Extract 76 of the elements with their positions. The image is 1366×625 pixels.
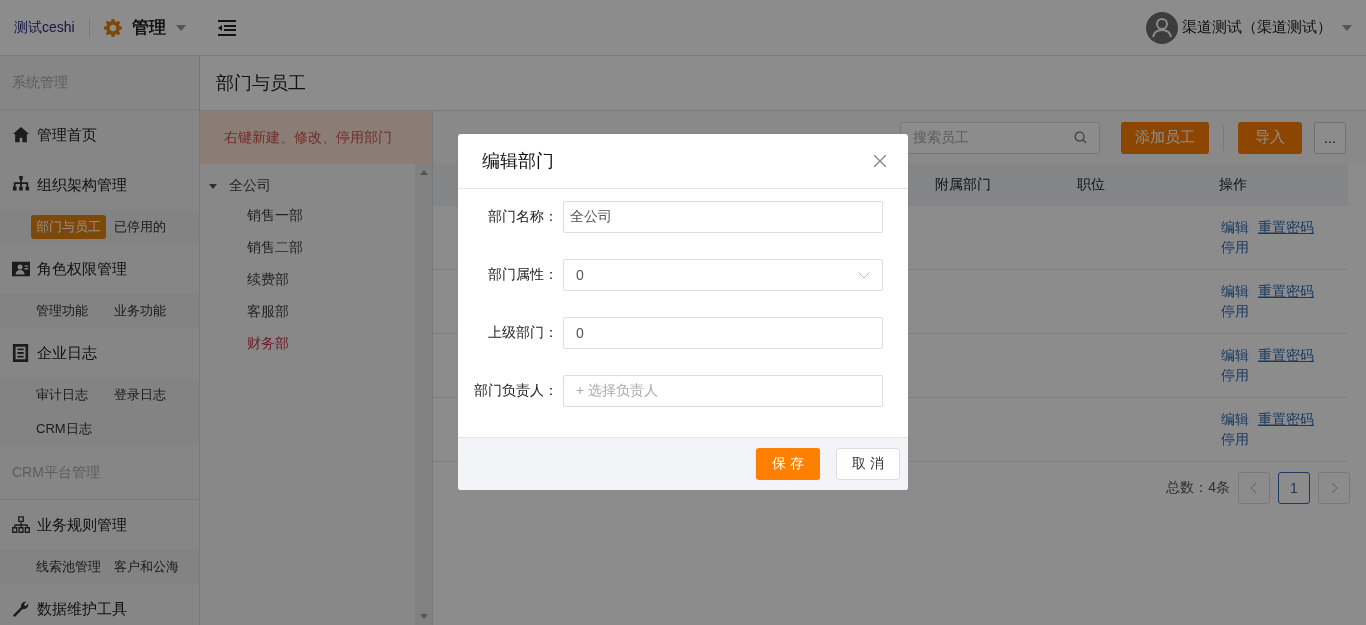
scroll-down-icon[interactable] [419, 614, 428, 619]
action-link[interactable]: 编辑 [1221, 282, 1249, 301]
caret-icon[interactable] [1342, 24, 1352, 31]
action-link[interactable]: 重置密码 [1258, 282, 1314, 301]
hierarchy-icon [12, 516, 30, 534]
action-link[interactable]: 停用 [1221, 430, 1249, 449]
field-label: 上级部门： [487, 323, 559, 342]
column-header: 操作 [1219, 176, 1247, 194]
action-link[interactable]: 停用 [1221, 366, 1249, 385]
action-link[interactable]: 编辑 [1221, 218, 1249, 237]
action-link[interactable]: 编辑 [1221, 410, 1249, 429]
home-icon [12, 126, 30, 144]
column-header: 附属部门 [934, 176, 991, 194]
sidebar-menu-item[interactable]: 数据维护工具 [0, 584, 199, 625]
previous-page-button[interactable] [1238, 472, 1270, 504]
action-link[interactable]: 停用 [1221, 302, 1249, 321]
sidebar-menu-item[interactable]: 企业日志 [0, 328, 199, 378]
action-link[interactable]: 重置密码 [1258, 410, 1314, 429]
module-name[interactable]: 管理 [131, 16, 166, 39]
total-count: 总数：4条 [1166, 479, 1230, 497]
chevron-down-icon [858, 271, 870, 279]
wrench-icon [12, 600, 30, 618]
next-page-button[interactable] [1318, 472, 1350, 504]
contact-card-icon [12, 260, 30, 278]
action-link[interactable]: 重置密码 [1258, 218, 1314, 237]
column-header: 职位 [1077, 176, 1106, 194]
close-icon[interactable] [874, 155, 886, 167]
avatar-icon[interactable] [1146, 11, 1178, 44]
chevron-right-icon [1331, 483, 1337, 493]
tree-item[interactable]: 销售二部 [247, 239, 303, 257]
select-field[interactable]: 0 [563, 259, 883, 291]
gear-icon [103, 18, 122, 37]
submenu-item[interactable]: 业务功能 [109, 294, 171, 328]
submenu-item[interactable]: 部门与员工 [31, 215, 106, 239]
scroll-up-icon[interactable] [419, 170, 428, 175]
submenu-item[interactable]: 管理功能 [31, 294, 93, 328]
notice-banner: 右键新建、修改、停用部门 [200, 111, 432, 164]
field-label: 部门名称： [487, 207, 559, 226]
search-icon[interactable] [1074, 131, 1087, 144]
user-name[interactable]: 渠道测试（渠道测试） [1182, 18, 1332, 37]
submenu-item[interactable]: 登录日志 [109, 378, 171, 412]
expand-caret-icon[interactable] [209, 183, 217, 189]
field-label: 部门属性： [487, 265, 559, 284]
scrollbar[interactable] [415, 164, 432, 625]
collapse-menu-icon[interactable] [217, 19, 236, 36]
tree-item[interactable]: 客服部 [247, 303, 289, 321]
tree-item[interactable]: 销售一部 [247, 207, 303, 225]
chevron-left-icon [1251, 483, 1257, 493]
tree-item[interactable]: 续费部 [247, 271, 289, 289]
brand-name[interactable]: 测试ceshi [14, 18, 75, 37]
sidebar-menu-item[interactable]: 组织架构管理 [0, 160, 199, 210]
person-picker-field[interactable]: + 选择负责人 [563, 375, 883, 407]
submenu-item[interactable]: 已停用的 [109, 210, 171, 244]
field-label: 部门负责人： [473, 381, 559, 400]
text-field[interactable]: 0 [563, 317, 883, 349]
document-icon [12, 344, 30, 362]
caret-icon[interactable] [175, 24, 186, 31]
submenu-item[interactable]: CRM日志 [31, 412, 97, 446]
text-field[interactable]: 全公司 [563, 201, 883, 233]
action-link[interactable]: 编辑 [1221, 346, 1249, 365]
sidebar-menu-item[interactable]: 角色权限管理 [0, 244, 199, 294]
submenu-item[interactable]: 客户和公海 [109, 550, 184, 584]
page-button[interactable]: 1 [1278, 472, 1310, 504]
more-button[interactable]: ... [1314, 121, 1346, 154]
submenu-item[interactable]: 线索池管理 [31, 550, 106, 584]
submenu-item[interactable]: 审计日志 [31, 378, 93, 412]
dialog-title: 编辑部门 [482, 150, 554, 173]
sidebar-menu-item[interactable]: 管理首页 [0, 110, 199, 160]
page-title: 部门与员工 [216, 72, 306, 95]
save-button[interactable]: 保 存 [756, 448, 820, 480]
sidebar-menu-item[interactable]: 业务规则管理 [0, 500, 199, 550]
tree-item[interactable]: 财务部 [247, 335, 289, 353]
cancel-button[interactable]: 取 消 [836, 448, 900, 480]
tree-item[interactable]: 全公司 [229, 177, 271, 195]
action-link[interactable]: 重置密码 [1258, 346, 1314, 365]
action-link[interactable]: 停用 [1221, 238, 1249, 257]
